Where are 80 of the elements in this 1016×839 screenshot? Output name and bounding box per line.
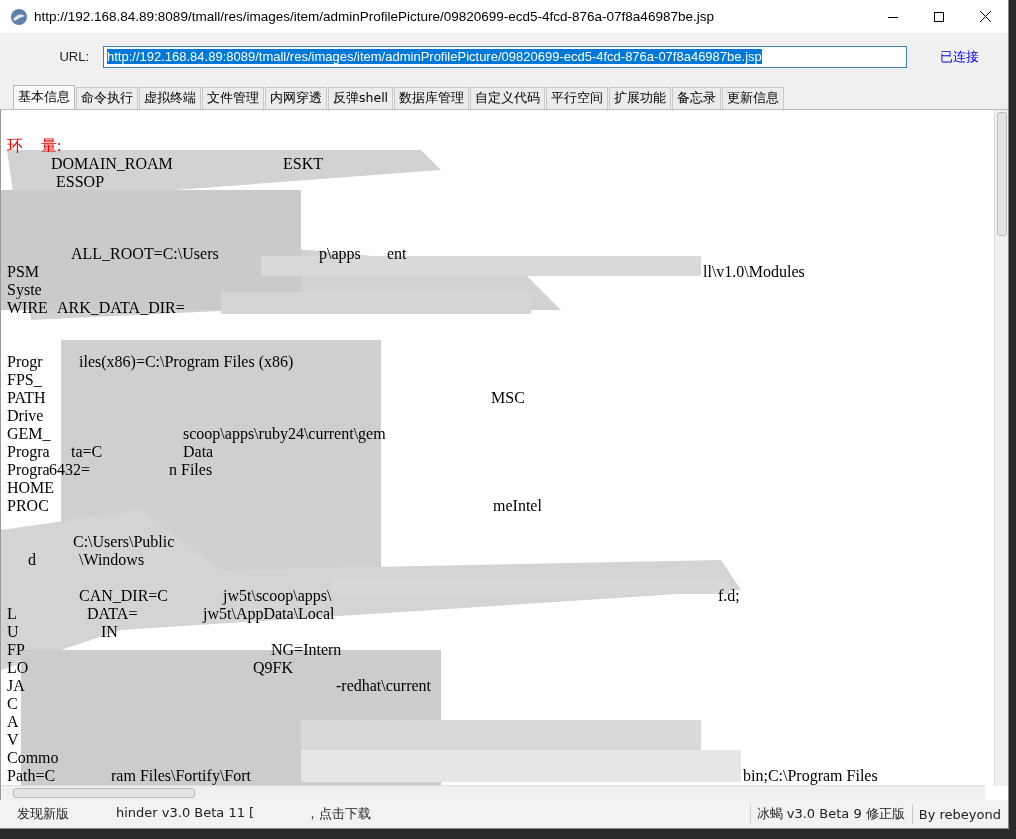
env-text: JA [7, 677, 25, 694]
env-text: Drive [7, 407, 44, 424]
env-text: ram Files\Fortify\Fort [111, 767, 251, 784]
update-notice: 发现新版 [17, 805, 70, 823]
horizontal-scrollbar[interactable] [1, 785, 985, 800]
env-text: scoop\apps\ruby24\current\gem [183, 425, 386, 442]
env-text: CAN_DIR=C [79, 587, 169, 604]
env-text: V [7, 731, 19, 748]
env-text: n Files [169, 461, 213, 478]
download-link[interactable]: ，点击下载 [306, 805, 371, 823]
env-text: NG=Intern [271, 641, 342, 658]
app-icon [10, 7, 28, 26]
tab[interactable]: 反弹shell [328, 87, 394, 109]
env-text: FPS_ [7, 371, 42, 388]
tab[interactable]: 数据库管理 [394, 87, 470, 109]
env-text: DOMAIN_ROAM [51, 155, 173, 172]
env-text: ESKT [283, 155, 323, 172]
env-text: Progr [7, 353, 43, 370]
tab[interactable]: 命令执行 [76, 87, 138, 109]
env-text: bin;C:\Program Files [743, 767, 878, 784]
env-text: \Windows [79, 551, 145, 568]
env-text: Syste [7, 281, 42, 298]
env-text: iles(x86)=C:\Program Files (x86) [79, 353, 294, 370]
connection-status: 已连接 [940, 47, 979, 66]
env-text: jw5t\AppData\Local [203, 605, 335, 622]
env-text: -redhat\current [336, 677, 432, 694]
env-text: ALL_ROOT=C:\Users [71, 245, 219, 262]
env-text: f.d; [718, 587, 740, 604]
env-text: ta=C [71, 443, 103, 460]
env-text: 量: [41, 137, 62, 154]
env-text: 环 [7, 137, 23, 154]
env-text: d [28, 551, 36, 568]
tab[interactable]: 基本信息 [13, 85, 75, 109]
env-text: Path=C [7, 767, 56, 784]
env-text: Progra [7, 461, 50, 478]
env-text: DATA= [87, 605, 138, 622]
window-title: http://192.168.84.89:8089/tmall/res/images/item/adminProfilePicture/09820699-ecd5-4fcd-876a-07f8a46987be.jsp [34, 9, 715, 24]
env-text: WIRE [7, 299, 48, 316]
env-text: C:\Users\Public [73, 533, 175, 550]
author-label: By rebeyond [911, 804, 1008, 824]
url-label: URL: [58, 49, 89, 64]
env-text: IN [101, 623, 118, 640]
env-text: A [7, 713, 19, 730]
env-text: Commo [7, 749, 59, 766]
env-text: meIntel [493, 497, 542, 514]
version-label: 冰蝎 v3.0 Beta 9 修正版 [749, 804, 912, 824]
env-text: FP [7, 641, 25, 658]
env-text: LO [7, 659, 29, 676]
tab[interactable]: 备忘录 [672, 87, 722, 109]
env-text: PSM [7, 263, 40, 280]
env-text: p\apps [319, 245, 361, 262]
env-text: PATH [7, 389, 46, 406]
env-text: C [7, 695, 18, 712]
vertical-scrollbar[interactable] [994, 110, 1008, 786]
env-text: L [7, 605, 17, 622]
tab[interactable]: 虚拟终端 [139, 87, 201, 109]
env-text: ll\v1.0\Modules [703, 263, 805, 280]
env-text: MSC [491, 389, 525, 406]
env-text: Progra [7, 443, 50, 460]
env-text: jw5t\scoop\apps\ [223, 587, 332, 604]
env-text: Data [183, 443, 214, 460]
env-text: U [7, 623, 19, 640]
env-text: ent [387, 245, 407, 262]
tab[interactable]: 内网穿透 [265, 87, 327, 109]
env-text: Q9FK [253, 659, 293, 676]
tab[interactable]: 更新信息 [722, 87, 785, 109]
tab[interactable]: 平行空间 [546, 87, 609, 109]
url-field[interactable]: http://192.168.84.89:8089/tmall/res/images/item/adminProfilePicture/09820699-ecd5-4fcd-876a-07f8a46987be.jsp [103, 45, 907, 68]
env-text: PROC [7, 497, 49, 514]
env-text: HOME [7, 479, 55, 496]
tab[interactable]: 文件管理 [202, 87, 264, 109]
env-text: GEM_ [7, 425, 51, 442]
env-text: ESSOP [56, 173, 105, 190]
update-notice: hinder v3.0 Beta 11 [ [116, 805, 256, 822]
tab[interactable]: 扩展功能 [609, 87, 672, 109]
close-icon [979, 11, 991, 22]
maximize-icon [934, 11, 944, 22]
env-text: ARK_DATA_DIR= [57, 299, 185, 316]
env-text: 6432= [49, 461, 91, 478]
tab[interactable]: 自定义代码 [470, 87, 546, 109]
